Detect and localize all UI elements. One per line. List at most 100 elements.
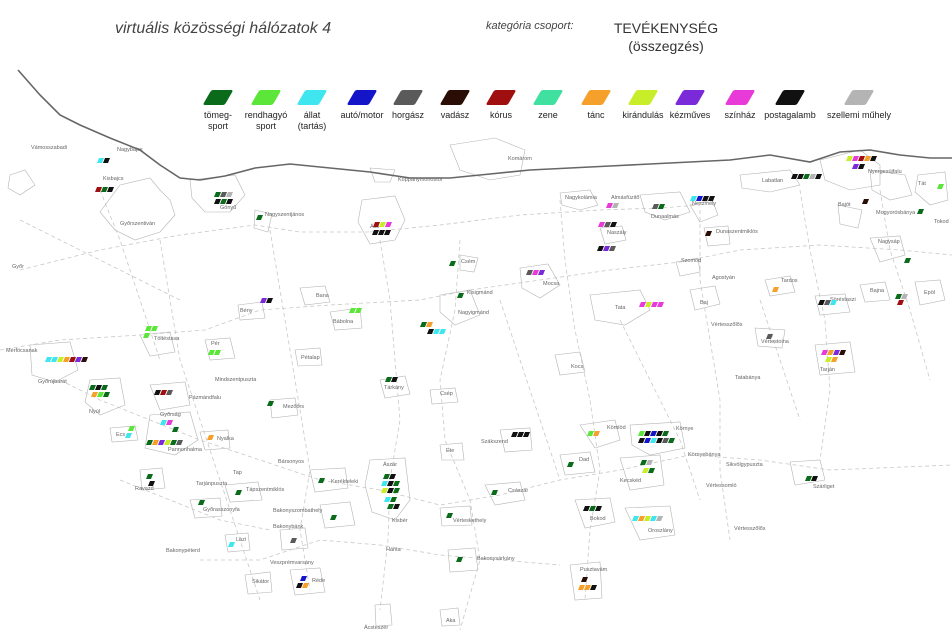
- town-label: Nagykolámia: [565, 195, 598, 201]
- activity-marker: [389, 474, 396, 479]
- town-label: Bana: [316, 293, 330, 299]
- activity-marker: [609, 246, 616, 251]
- town-label: Bakonypéterd: [166, 548, 200, 554]
- town-label: Pázmándfalu: [189, 395, 221, 401]
- activity-marker: [208, 350, 215, 355]
- legend-item: postagalamb: [750, 90, 830, 121]
- activity-marker: [393, 488, 400, 493]
- town-label: Réde: [312, 578, 325, 584]
- activity-marker: [839, 350, 846, 355]
- activity-marker: [656, 516, 663, 521]
- activity-marker: [491, 490, 498, 495]
- activity-marker: [433, 329, 440, 334]
- activity-marker: [296, 583, 303, 588]
- activity-marker: [103, 392, 110, 397]
- activity-marker: [148, 481, 155, 486]
- town-label: Agostyán: [712, 275, 735, 281]
- town-label: Neszmély: [692, 201, 716, 207]
- activity-marker: [143, 333, 150, 338]
- activity-marker: [523, 432, 530, 437]
- activity-marker: [164, 440, 171, 445]
- town-label: Bakonysárkány: [477, 556, 515, 562]
- activity-marker: [668, 438, 675, 443]
- activity-marker: [589, 506, 596, 511]
- activity-marker: [656, 438, 663, 443]
- town-label: Tardos: [781, 278, 798, 284]
- town-label: Ászár: [383, 461, 397, 468]
- activity-marker: [917, 209, 924, 214]
- activity-marker: [226, 199, 233, 204]
- activity-marker: [658, 204, 665, 209]
- town-label: Sikátor: [252, 579, 269, 585]
- activity-marker: [526, 270, 533, 275]
- activity-marker: [642, 468, 649, 473]
- activity-marker: [214, 192, 221, 197]
- town-label: Dad: [579, 457, 589, 463]
- town-label: Kerékteleki: [331, 479, 358, 485]
- activity-marker: [809, 174, 816, 179]
- town-label: Vértesszőlős: [711, 322, 743, 328]
- town-label: Labatlan: [762, 178, 783, 184]
- town-label: Bakonyszombathely: [273, 508, 322, 514]
- activity-marker: [146, 474, 153, 479]
- activity-marker: [89, 385, 96, 390]
- activity-marker: [825, 357, 832, 362]
- town-label: Tárkány: [384, 385, 404, 391]
- activity-marker: [532, 270, 539, 275]
- town-label: Almásfüzitő: [611, 195, 639, 201]
- activity-marker: [198, 500, 205, 505]
- town-label: Tarján: [820, 367, 835, 373]
- activity-marker: [439, 329, 446, 334]
- legend-swatch: [843, 90, 875, 105]
- town-label: Ácsteszér: [364, 624, 388, 631]
- town-label: Dunaszentmiklós: [716, 229, 758, 235]
- town-label: Mérföcsanak: [6, 348, 38, 354]
- activity-marker: [235, 490, 242, 495]
- activity-marker: [846, 156, 853, 161]
- activity-marker: [937, 184, 944, 189]
- town-labels: Vámosszabadi NagybajcsKisbajcsGyőrszentiv…: [6, 145, 949, 631]
- activity-marker: [597, 246, 604, 251]
- activity-marker: [604, 222, 611, 227]
- town-label: Veszprémvarsány: [270, 560, 314, 566]
- town-label: Nyúl: [89, 409, 100, 415]
- activity-marker: [69, 357, 76, 362]
- activity-marker: [81, 357, 88, 362]
- activity-marker: [63, 357, 70, 362]
- town-label: Nyalka: [217, 436, 235, 442]
- activity-marker: [650, 438, 657, 443]
- activity-marker: [387, 488, 394, 493]
- activity-marker: [97, 158, 104, 163]
- activity-marker: [387, 504, 394, 509]
- town-label: Pétalap: [301, 355, 320, 361]
- activity-marker: [593, 431, 600, 436]
- activity-marker: [511, 432, 518, 437]
- activity-marker: [821, 350, 828, 355]
- town-label: Lázi: [236, 537, 246, 543]
- activity-marker: [103, 158, 110, 163]
- activity-marker: [228, 542, 235, 547]
- town-label: Bársonyos: [278, 459, 304, 465]
- activity-marker: [152, 440, 159, 445]
- town-label: Töltéstava: [154, 336, 180, 342]
- activity-marker: [567, 462, 574, 467]
- legend-label: szellemi műhely: [826, 110, 892, 120]
- town-label: Bajót: [838, 202, 851, 208]
- activity-marker: [381, 481, 388, 486]
- activity-marker: [587, 431, 594, 436]
- town-label: Ecs: [116, 432, 125, 438]
- town-label: Tát: [918, 181, 926, 187]
- activity-marker: [372, 230, 379, 235]
- activity-marker: [160, 390, 167, 395]
- town-label: Ete: [446, 448, 454, 454]
- activity-marker: [590, 585, 597, 590]
- activity-marker: [226, 192, 233, 197]
- town-label: Tápszentmiklós: [246, 487, 284, 493]
- town-label: Kocs: [571, 364, 583, 370]
- activity-marker: [300, 576, 307, 581]
- activity-marker: [160, 420, 167, 425]
- activity-marker: [158, 440, 165, 445]
- activity-marker: [862, 199, 869, 204]
- activity-marker: [644, 438, 651, 443]
- activity-marker: [852, 164, 859, 169]
